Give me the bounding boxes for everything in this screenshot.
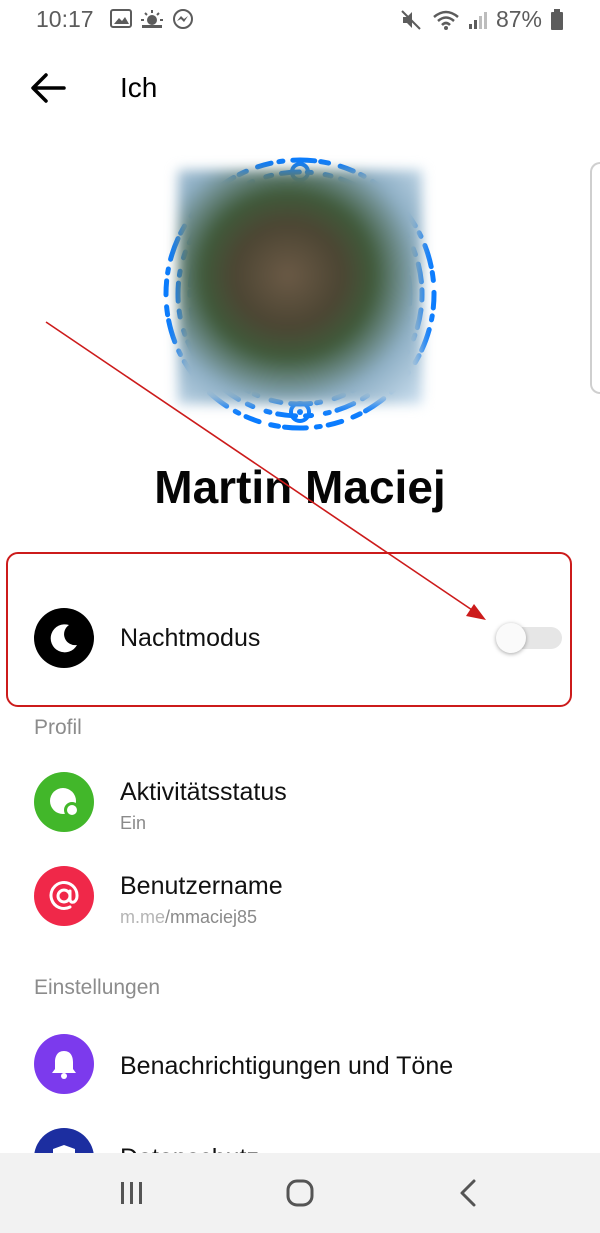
back-button[interactable] [24, 64, 72, 112]
night-mode-label: Nachtmodus [120, 624, 261, 652]
section-header-profile: Profil [34, 716, 82, 739]
profile-name: Martin Maciej [154, 461, 446, 513]
at-icon [49, 880, 79, 910]
username-prefix: m.me [120, 907, 165, 927]
status-time: 10:17 [36, 6, 94, 32]
night-mode-icon-circle [34, 608, 94, 668]
list-item-activity-status[interactable]: Aktivitätsstatus Ein [0, 768, 600, 848]
username-icon-circle [34, 866, 94, 926]
section-header-settings: Einstellungen [34, 976, 161, 999]
username-value: m.me/mmaciej85 [120, 907, 257, 928]
home-icon [286, 1179, 314, 1207]
night-mode-toggle[interactable] [496, 623, 562, 653]
list-item-username[interactable]: Benutzername m.me/mmaciej85 [0, 862, 600, 942]
list-item-notifications[interactable]: Benachrichtigungen und Töne [0, 1032, 600, 1102]
recent-apps-button[interactable] [102, 1173, 162, 1213]
navigation-bar [0, 1153, 600, 1233]
home-button[interactable] [270, 1173, 330, 1213]
battery-percent: 87% [495, 6, 542, 32]
toggle-thumb [496, 623, 526, 653]
activity-status-value: Ein [120, 813, 147, 833]
username-title: Benutzername [120, 872, 283, 900]
edge-panel-handle[interactable] [590, 162, 600, 394]
page-title: Ich [120, 72, 158, 103]
messenger-icon [173, 9, 193, 29]
username-handle: /mmaciej85 [165, 907, 258, 927]
weather-icon [141, 10, 163, 28]
status-bar: 10:17 87% [0, 0, 600, 40]
activity-status-icon-circle [34, 772, 94, 832]
notifications-title: Benachrichtigungen und Töne [120, 1052, 454, 1080]
profile-avatar[interactable] [156, 150, 444, 438]
bell-icon [52, 1051, 76, 1079]
status-right: 87% [400, 6, 564, 33]
activity-status-title: Aktivitätsstatus [120, 778, 287, 806]
nav-back-button[interactable] [438, 1173, 498, 1213]
activity-status-icon [50, 788, 80, 818]
notifications-icon-circle [34, 1034, 94, 1094]
signal-icon [468, 11, 487, 29]
arrow-left-icon [31, 73, 66, 103]
moon-icon [50, 624, 77, 653]
avatar-photo [178, 170, 422, 404]
image-icon [110, 9, 132, 28]
status-left-icons [110, 8, 194, 30]
recent-apps-icon [121, 1182, 142, 1204]
wifi-icon [433, 10, 459, 30]
battery-icon [551, 8, 563, 30]
mute-icon [401, 9, 421, 30]
back-nav-icon [460, 1179, 476, 1207]
